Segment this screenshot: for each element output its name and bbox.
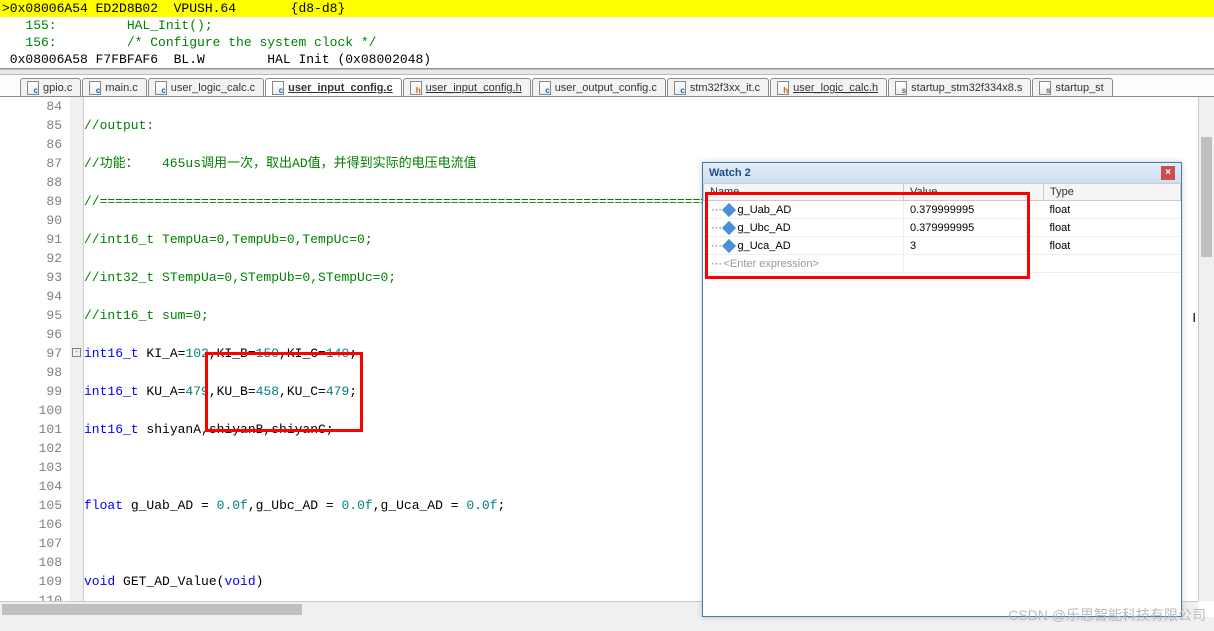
tab-user-input-config-h[interactable]: user_input_config.h	[403, 78, 531, 96]
col-type[interactable]: Type	[1044, 184, 1181, 201]
variable-icon	[721, 221, 735, 235]
file-icon	[155, 81, 167, 95]
watch-new-expression[interactable]: ⋯<Enter expression>	[704, 255, 1181, 273]
disasm-line-current[interactable]: >0x08006A54 ED2D8B02 VPUSH.64 {d8-d8}	[0, 0, 1214, 17]
fold-margin[interactable]: -	[70, 97, 84, 617]
watch-title: Watch 2	[709, 167, 751, 179]
disasm-src-line: 156: /* Configure the system clock */	[0, 34, 1214, 51]
line-number-gutter: 8485868788899091929394959697989910010110…	[0, 97, 70, 617]
watch-titlebar[interactable]: Watch 2 ×	[703, 163, 1181, 183]
col-value[interactable]: Value	[904, 184, 1044, 201]
text-cursor-icon: I	[1192, 310, 1196, 325]
watch-row[interactable]: ⋯g_Uab_AD0.379999995float	[704, 201, 1181, 219]
disasm-src-line: 155: HAL_Init();	[0, 17, 1214, 34]
tab-gpio-c[interactable]: gpio.c	[20, 78, 81, 96]
disasm-line: 0x08006A58 F7FBFAF6 BL.W HAL Init (0x080…	[0, 51, 1214, 68]
variable-icon	[721, 203, 735, 217]
tab-startup-s[interactable]: startup_stm32f334x8.s	[888, 78, 1031, 96]
variable-icon	[721, 239, 735, 253]
tab-startup-st[interactable]: startup_st	[1032, 78, 1112, 96]
file-icon	[777, 81, 789, 95]
file-icon	[895, 81, 907, 95]
tab-user-output-config-c[interactable]: user_output_config.c	[532, 78, 666, 96]
close-icon[interactable]: ×	[1161, 166, 1175, 180]
file-icon	[539, 81, 551, 95]
file-icon	[1039, 81, 1051, 95]
watch-row[interactable]: ⋯g_Uca_AD3float	[704, 237, 1181, 255]
col-name[interactable]: Name	[704, 184, 904, 201]
file-icon	[27, 81, 39, 95]
tab-user-input-config-c[interactable]: user_input_config.c	[265, 78, 402, 96]
watermark: CSDN @乐思智能科技有限公司	[1008, 605, 1206, 625]
watch-window[interactable]: Watch 2 × Name Value Type ⋯g_Uab_AD0.379…	[702, 162, 1182, 617]
editor-tabbar: gpio.c main.c user_logic_calc.c user_inp…	[0, 75, 1214, 97]
file-icon	[674, 81, 686, 95]
vertical-scrollbar[interactable]	[1198, 97, 1214, 601]
watch-header-row: Name Value Type	[704, 184, 1181, 201]
tab-main-c[interactable]: main.c	[82, 78, 146, 96]
file-icon	[410, 81, 422, 95]
tab-stm32f3xx-it-c[interactable]: stm32f3xx_it.c	[667, 78, 769, 96]
file-icon	[89, 81, 101, 95]
fold-toggle[interactable]: -	[72, 348, 81, 357]
tab-user-logic-calc-c[interactable]: user_logic_calc.c	[148, 78, 264, 96]
disassembly-pane: >0x08006A54 ED2D8B02 VPUSH.64 {d8-d8} 15…	[0, 0, 1214, 69]
tab-user-logic-calc-h[interactable]: user_logic_calc.h	[770, 78, 887, 96]
watch-row[interactable]: ⋯g_Ubc_AD0.379999995float	[704, 219, 1181, 237]
file-icon	[272, 81, 284, 95]
watch-table: Name Value Type ⋯g_Uab_AD0.379999995floa…	[703, 183, 1181, 273]
